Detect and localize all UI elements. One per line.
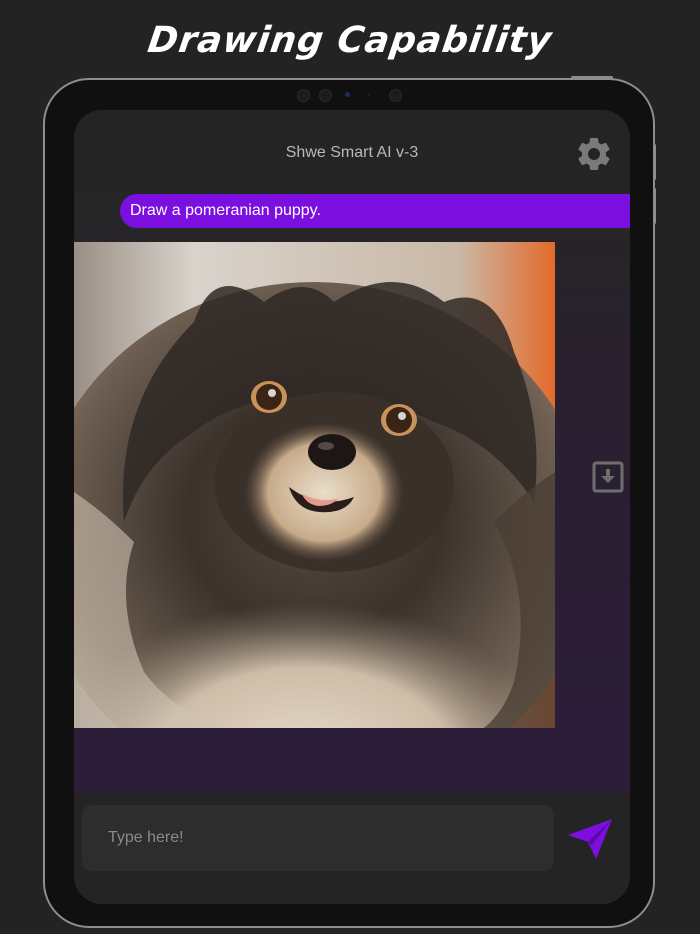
app-header: Shwe Smart AI v-3 xyxy=(74,110,630,190)
input-area xyxy=(74,793,630,904)
app-screen: Shwe Smart AI v-3 Draw a pomeranian pupp… xyxy=(74,110,630,904)
sensor-dot xyxy=(297,89,310,102)
tablet-frame: Shwe Smart AI v-3 Draw a pomeranian pupp… xyxy=(43,76,656,928)
indicator-dot xyxy=(345,92,350,97)
user-message-bubble: Draw a pomeranian puppy. xyxy=(120,194,630,228)
volume-up-button xyxy=(653,144,656,180)
chat-area[interactable]: Draw a pomeranian puppy. xyxy=(74,190,630,793)
sensor-dot-right xyxy=(389,89,402,102)
camera-bar xyxy=(295,88,405,102)
top-button xyxy=(571,76,613,79)
send-icon[interactable] xyxy=(566,815,616,863)
app-title: Shwe Smart AI v-3 xyxy=(285,144,419,161)
gear-icon[interactable] xyxy=(574,134,614,174)
sensor-dot-small xyxy=(367,93,371,97)
message-input[interactable] xyxy=(82,805,554,871)
download-icon[interactable] xyxy=(592,461,624,493)
volume-down-button xyxy=(653,188,656,224)
promo-headline: Drawing Capability xyxy=(145,20,555,61)
camera-lens xyxy=(319,89,332,102)
generated-image[interactable] xyxy=(74,242,555,728)
